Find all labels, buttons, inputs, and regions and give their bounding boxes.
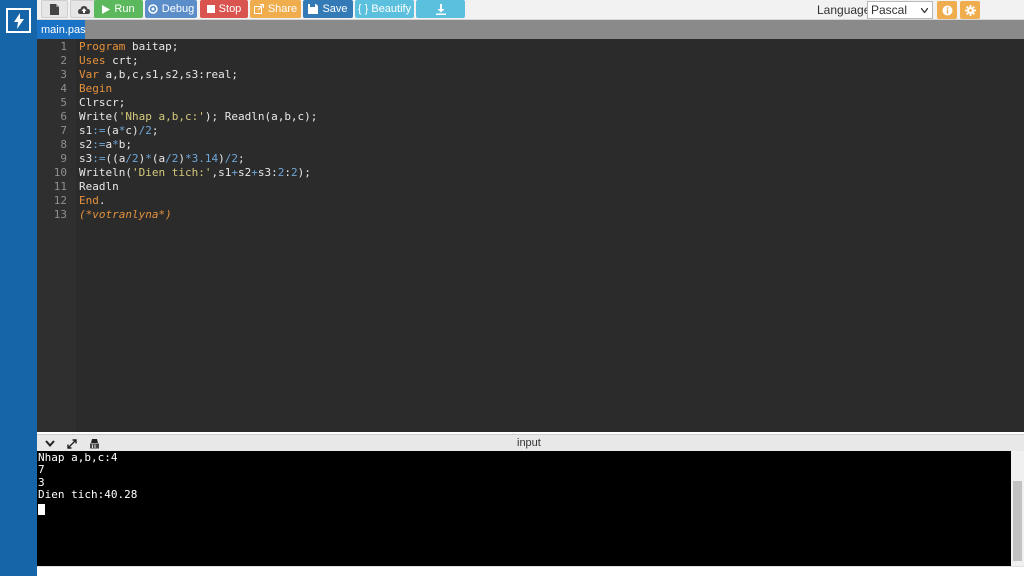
debug-button[interactable]: Debug bbox=[145, 0, 197, 18]
beautify-button[interactable]: { } Beautify bbox=[355, 0, 414, 18]
line-number: 5 bbox=[60, 96, 67, 109]
bottom-strip bbox=[37, 566, 1024, 576]
upload-button[interactable] bbox=[70, 0, 97, 18]
run-button[interactable]: Run bbox=[94, 0, 143, 18]
clear-icon bbox=[89, 439, 99, 449]
console-line: Nhap a,b,c:4 bbox=[38, 451, 118, 464]
line-number: 8 bbox=[60, 138, 67, 151]
download-icon bbox=[435, 3, 446, 15]
stop-button[interactable]: Stop bbox=[200, 0, 248, 18]
code-text: Writeln('Dien tich:',s1+s2+s3:2:2); bbox=[79, 166, 311, 179]
app-window: Run Debug Stop Share Save { } Beautify L… bbox=[0, 0, 1024, 576]
run-label: Run bbox=[114, 3, 135, 15]
console-toolbar: input bbox=[37, 434, 1024, 451]
console-line: Dien tich:40.28 bbox=[38, 488, 138, 501]
line-number: 11 bbox=[53, 180, 67, 193]
download-button[interactable] bbox=[416, 0, 465, 18]
language-select[interactable]: Pascal bbox=[867, 1, 933, 19]
beautify-label: { } Beautify bbox=[357, 3, 412, 15]
toolbar: Run Debug Stop Share Save { } Beautify L… bbox=[37, 0, 1024, 20]
code-text: s3:=((a/2)*(a/2)*3.14)/2; bbox=[79, 152, 245, 165]
new-file-icon bbox=[50, 3, 59, 15]
line-number: 6 bbox=[60, 110, 67, 123]
line-number: 3 bbox=[60, 68, 67, 81]
settings-button[interactable] bbox=[960, 1, 980, 19]
debug-icon bbox=[148, 4, 158, 14]
line-number: 9 bbox=[60, 152, 67, 165]
clear-console-button[interactable] bbox=[87, 437, 101, 450]
console-scrollbar[interactable] bbox=[1011, 451, 1024, 566]
share-label: Share bbox=[267, 3, 298, 15]
save-button[interactable]: Save bbox=[303, 0, 353, 18]
code-text: Clrscr; bbox=[79, 96, 126, 109]
line-number: 2 bbox=[60, 54, 67, 67]
line-number: 12 bbox=[53, 194, 67, 207]
language-value: Pascal bbox=[871, 3, 908, 17]
save-icon bbox=[308, 4, 319, 14]
expand-button[interactable] bbox=[65, 437, 79, 450]
console-output[interactable]: Nhap a,b,c:4 7 3 Dien tich:40.28 bbox=[37, 451, 1011, 566]
left-rail bbox=[0, 0, 37, 576]
chevron-down-icon bbox=[921, 7, 928, 13]
code-text: Write('Nhap a,b,c:'); Readln(a,b,c); bbox=[79, 110, 318, 123]
scrollbar-thumb[interactable] bbox=[1013, 481, 1022, 561]
upload-icon bbox=[77, 5, 90, 14]
line-number: 13 bbox=[53, 208, 67, 221]
line-number: 4 bbox=[60, 82, 67, 95]
code-text: (*votranlyna*) bbox=[79, 208, 172, 221]
stop-icon bbox=[206, 5, 215, 13]
code-text: Begin bbox=[79, 82, 113, 95]
code-text: Var a,b,c,s1,s2,s3:real; bbox=[79, 68, 238, 81]
bolt-icon bbox=[13, 12, 24, 29]
info-button[interactable] bbox=[937, 1, 957, 19]
stop-label: Stop bbox=[218, 3, 242, 15]
console-title: input bbox=[517, 437, 541, 449]
collapse-button[interactable] bbox=[43, 437, 57, 450]
code-text: s2:=a*b; bbox=[79, 138, 132, 151]
tab-main-pas[interactable]: main.pas bbox=[37, 20, 86, 39]
code-text: Readln bbox=[79, 180, 119, 193]
file-tab-bar: main.pas bbox=[37, 20, 1024, 39]
code-text: Uses crt; bbox=[79, 54, 139, 67]
line-number: 10 bbox=[53, 166, 67, 179]
language-label: Language bbox=[817, 3, 871, 17]
code-text: Program baitap; bbox=[79, 40, 179, 53]
save-label: Save bbox=[322, 3, 348, 15]
line-number: 1 bbox=[60, 40, 67, 53]
console-cursor bbox=[38, 504, 45, 515]
console-line: 7 bbox=[38, 463, 45, 476]
logo-button[interactable] bbox=[6, 8, 31, 33]
debug-label: Debug bbox=[161, 3, 195, 15]
code-editor[interactable]: 1 Program baitap; 2 Uses crt; 3 Var a,b,c,s… bbox=[37, 39, 1024, 432]
expand-icon bbox=[67, 438, 77, 449]
play-icon bbox=[102, 4, 111, 14]
gear-icon bbox=[964, 4, 976, 16]
code-text: s1:=(a*c)/2; bbox=[79, 124, 159, 137]
line-number: 7 bbox=[60, 124, 67, 137]
share-icon bbox=[253, 4, 264, 14]
new-file-button[interactable] bbox=[41, 0, 68, 18]
info-icon bbox=[942, 5, 952, 15]
code-text: End. bbox=[79, 194, 106, 207]
share-button[interactable]: Share bbox=[250, 0, 301, 18]
chevron-down-icon bbox=[45, 440, 55, 447]
